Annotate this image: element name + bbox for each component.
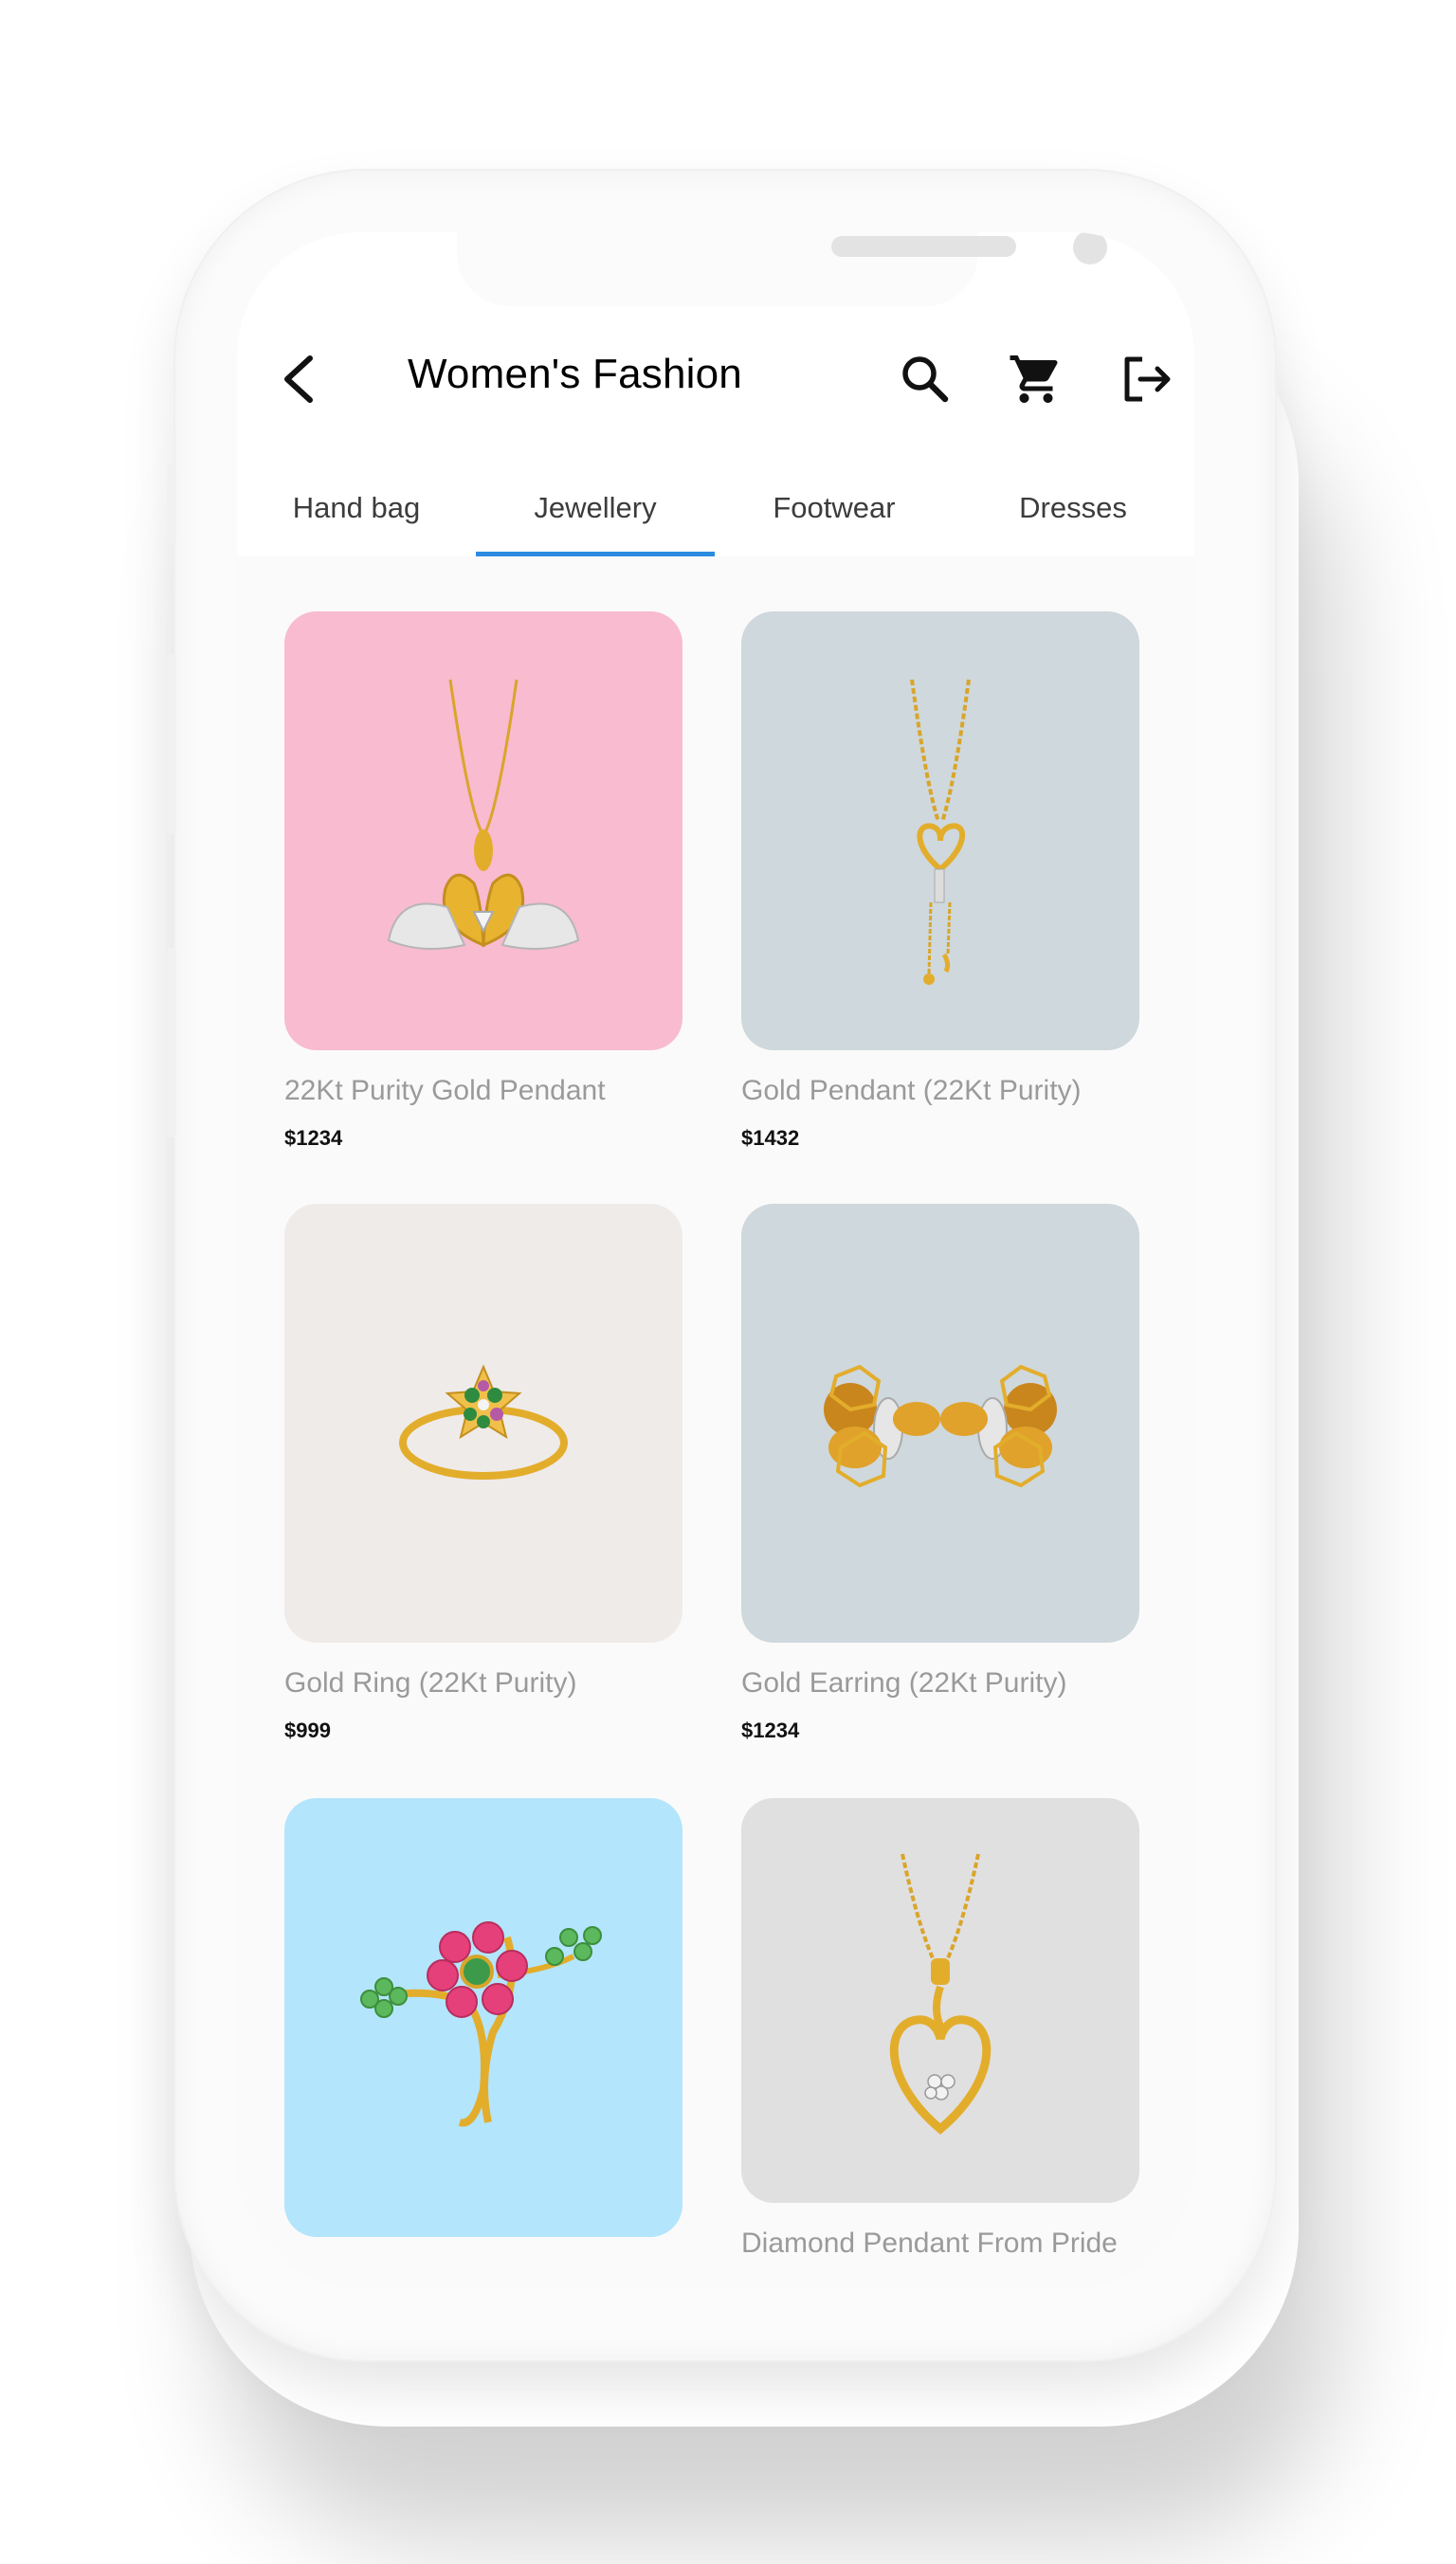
product-name: Diamond Pendant From Pride [741, 2228, 1118, 2259]
search-icon [902, 356, 949, 403]
product-card[interactable]: 22Kt Purity Gold Pendant $1234 [284, 611, 682, 1151]
speaker-grille [831, 236, 1016, 257]
shopping-cart-icon [1010, 355, 1058, 403]
product-name: Gold Earring (22Kt Purity) [741, 1667, 1067, 1699]
heart-pendant-image [741, 1798, 1139, 2203]
cart-button[interactable] [1000, 343, 1072, 415]
product-card[interactable]: Gold Ring (22Kt Purity) $999 [284, 1204, 682, 1743]
product-price: $1432 [741, 1126, 800, 1150]
product-name: Gold Pendant (22Kt Purity) [741, 1075, 1082, 1106]
search-button[interactable] [889, 343, 961, 415]
heart-key-pendant-image [741, 611, 1139, 1050]
phone-volume-up [167, 654, 176, 834]
logout-button[interactable] [1111, 343, 1183, 415]
phone-screen: Women's Fashion Hand bag Jewellery Footw… [237, 232, 1194, 2289]
product-card[interactable]: Gold Earring (22Kt Purity) $1234 [741, 1204, 1139, 1743]
product-name: 22Kt Purity Gold Pendant [284, 1075, 606, 1106]
tab-jewellery[interactable]: Jewellery [476, 460, 715, 556]
product-price: $999 [284, 1718, 331, 1742]
arrow-back-icon [284, 355, 313, 403]
logout-icon [1124, 356, 1171, 402]
bee-earrings-image [741, 1204, 1139, 1643]
product-card[interactable]: Gold Pendant (22Kt Purity) $1432 [741, 611, 1139, 1151]
tab-label: Jewellery [534, 491, 657, 524]
phone-notch [457, 232, 1107, 306]
swan-pendant-image [284, 611, 682, 1050]
product-name: Gold Ring (22Kt Purity) [284, 1667, 577, 1699]
phone-side-button [167, 464, 176, 545]
tab-hand-bag[interactable]: Hand bag [237, 460, 476, 556]
tab-label: Footwear [773, 491, 896, 524]
product-card[interactable]: Diamond Pendant From Pride [741, 1798, 1139, 2260]
page-title: Women's Fashion [408, 351, 742, 397]
back-button[interactable] [265, 346, 332, 412]
category-tabs: Hand bag Jewellery Footwear Dresses [237, 460, 1194, 556]
product-price: $1234 [741, 1718, 800, 1742]
tab-label: Dresses [1019, 491, 1127, 524]
tab-dresses[interactable]: Dresses [954, 460, 1192, 556]
product-card[interactable] [284, 1798, 682, 2262]
phone-volume-down [167, 948, 176, 1137]
gemstone-flower-ring-image [284, 1798, 682, 2237]
product-price: $1234 [284, 1126, 343, 1150]
tab-label: Hand bag [292, 491, 421, 524]
tab-footwear[interactable]: Footwear [715, 460, 954, 556]
flower-ring-image [284, 1204, 682, 1643]
